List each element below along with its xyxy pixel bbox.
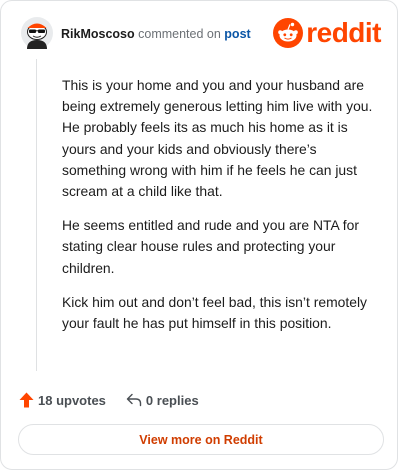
thread-line: [36, 59, 37, 371]
comment-header: RikMoscoso commented on post reddit: [21, 17, 381, 51]
view-more-button[interactable]: View more on Reddit: [18, 424, 384, 455]
comment-meta: RikMoscoso commented on post: [61, 26, 251, 42]
reply-count: 0 replies: [145, 392, 199, 408]
commented-on-text: commented on: [138, 27, 221, 41]
upvote-count: 18 upvotes: [38, 392, 106, 408]
comment-body: This is your home and you and your husba…: [62, 75, 382, 347]
comment-actions: 18 upvotes 0 replies: [19, 389, 199, 411]
reddit-wordmark: reddit: [306, 17, 381, 48]
reddit-snoo-logo-icon: [273, 18, 304, 48]
upvote-arrow-icon: [19, 392, 34, 408]
reply-arrow-icon: [126, 393, 142, 407]
comment-paragraph: He seems entitled and rude and you are N…: [62, 217, 360, 276]
reply-button[interactable]: 0 replies: [126, 393, 199, 408]
reddit-logo[interactable]: reddit: [273, 18, 381, 48]
upvote-button[interactable]: 18 upvotes: [19, 392, 106, 408]
author-link[interactable]: RikMoscoso: [61, 27, 135, 41]
comment-paragraph: This is your home and you and your husba…: [62, 77, 373, 200]
avatar[interactable]: [21, 17, 53, 49]
comment-embed-card: RikMoscoso commented on post reddit This…: [0, 0, 398, 470]
comment-paragraph: Kick him out and don’t feel bad, this is…: [62, 293, 367, 332]
post-link[interactable]: post: [224, 27, 250, 41]
